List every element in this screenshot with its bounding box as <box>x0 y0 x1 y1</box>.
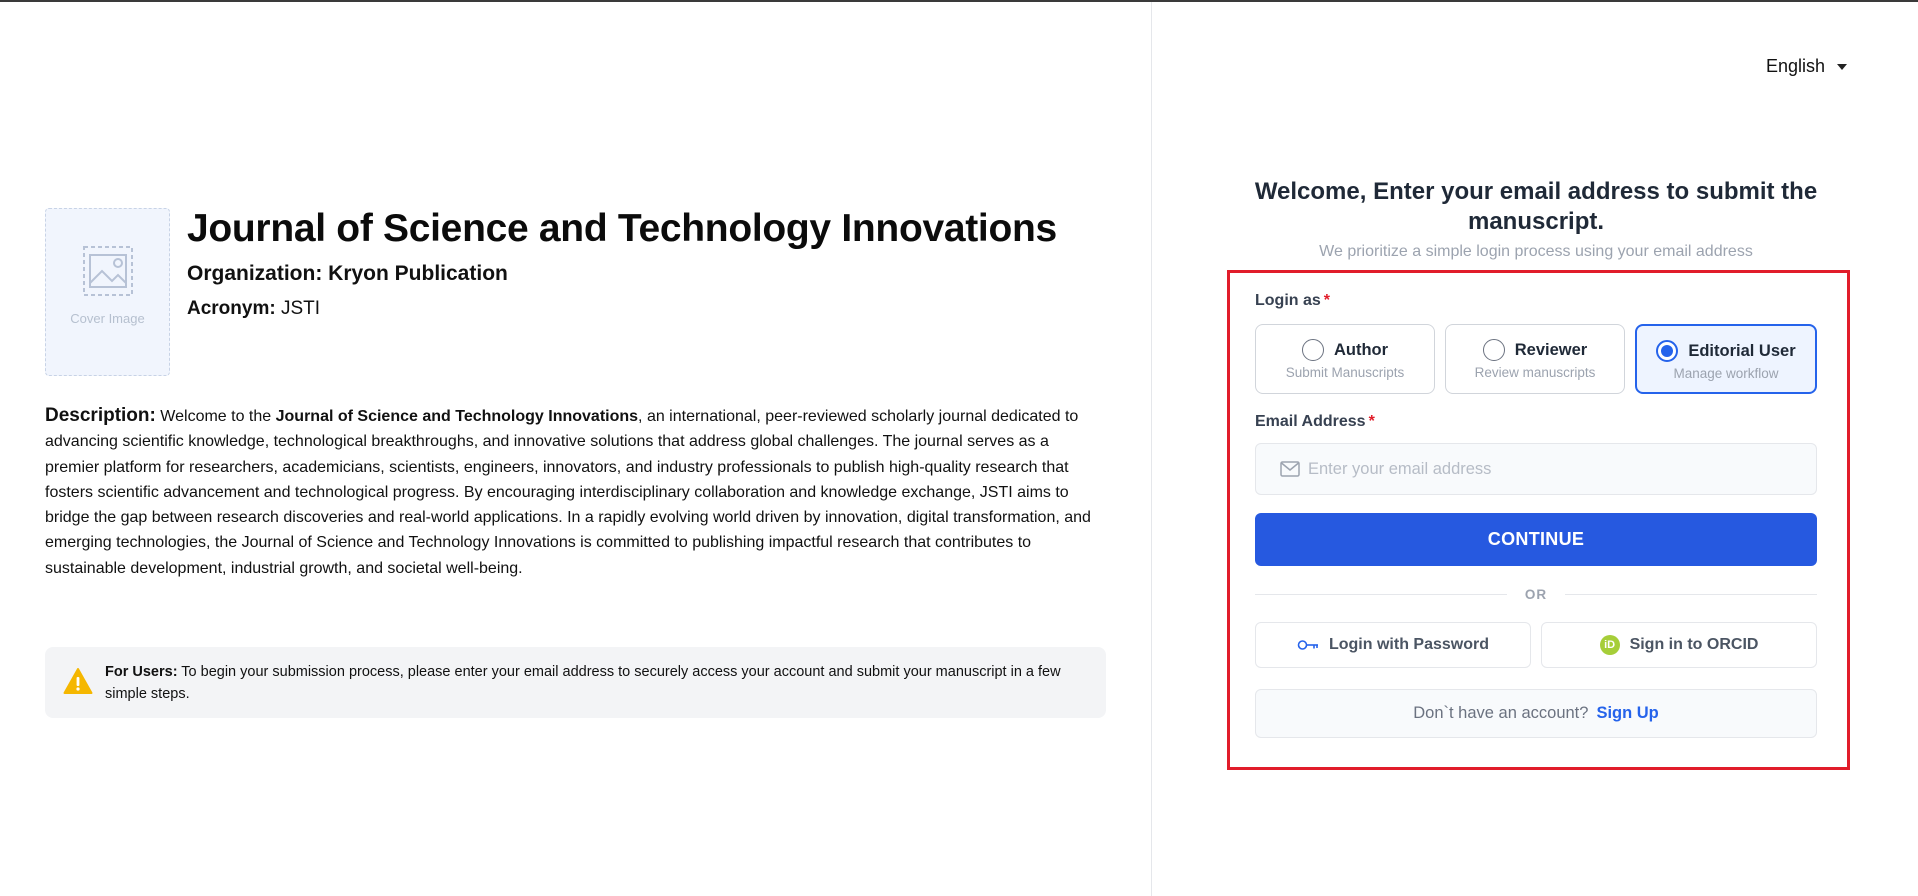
journal-acronym: Acronym: JSTI <box>187 298 320 320</box>
orcid-sign-in-button[interactable]: iD Sign in to ORCID <box>1541 622 1817 668</box>
journal-description: Description: Welcome to the Journal of S… <box>45 403 1103 581</box>
or-label: OR <box>1524 586 1548 602</box>
email-input[interactable] <box>1308 444 1808 494</box>
email-label: Email Address * <box>1255 413 1375 431</box>
editorial-user-radio[interactable] <box>1656 340 1679 362</box>
language-label: English <box>1766 56 1826 76</box>
journal-info-panel: Cover Image Journal of Science and Techn… <box>0 0 1151 896</box>
user-notice: For Users: To begin your submission proc… <box>45 647 1106 718</box>
signup-prompt-text: Don`t have an account? <box>1413 704 1589 722</box>
acronym-value: JSTI <box>280 298 321 319</box>
journal-title: Journal of Science and Technology Innova… <box>187 207 1057 250</box>
warning-icon <box>63 668 93 694</box>
separator-line <box>1565 593 1817 595</box>
role-name: Editorial User <box>1688 341 1796 360</box>
cover-image-label: Cover Image <box>70 311 145 326</box>
email-field-container <box>1255 443 1817 495</box>
cover-image-placeholder: Cover Image <box>45 208 170 376</box>
author-radio[interactable] <box>1301 339 1324 361</box>
login-with-password-button[interactable]: Login with Password <box>1255 622 1531 668</box>
key-icon <box>1297 640 1318 650</box>
acronym-label: Acronym: <box>187 298 276 319</box>
email-label-text: Email Address <box>1255 413 1366 430</box>
reviewer-radio[interactable] <box>1482 339 1505 361</box>
role-name: Author <box>1333 340 1389 359</box>
login-as-label: Login as * <box>1255 292 1330 310</box>
signup-prompt: Don`t have an account? Sign Up <box>1255 689 1817 738</box>
journal-organization: Organization: Kryon Publication <box>187 262 508 285</box>
sign-up-link[interactable]: Sign Up <box>1596 704 1658 723</box>
language-selector[interactable]: English <box>1766 56 1848 77</box>
role-description: Submit Manuscripts <box>1285 365 1405 380</box>
orcid-icon: iD <box>1599 635 1620 655</box>
required-mark: * <box>1323 292 1331 309</box>
description-body: , an international, peer-reviewed schola… <box>45 408 1091 577</box>
caret-down-icon <box>1837 63 1848 70</box>
welcome-subheading: We prioritize a simple login process usi… <box>1319 243 1753 260</box>
role-option-editorial-user[interactable]: Editorial User Manage workflow <box>1635 324 1817 394</box>
role-option-author[interactable]: Author Submit Manuscripts <box>1255 324 1435 394</box>
welcome-heading: Welcome, Enter your email address to sub… <box>1254 178 1818 235</box>
description-label: Description: <box>45 405 156 426</box>
alternative-login-options: Login with Password iD Sign in to ORCID <box>1255 622 1817 668</box>
panel-divider <box>1151 2 1152 896</box>
role-description: Review manuscripts <box>1474 365 1596 380</box>
mail-icon <box>1280 461 1300 477</box>
orcid-label: Sign in to ORCID <box>1629 636 1759 653</box>
description-journal-name: Journal of Science and Technology Innova… <box>275 408 639 425</box>
notice-text: For Users: To begin your submission proc… <box>105 661 1090 705</box>
description-intro: Welcome to the <box>155 408 276 425</box>
required-mark: * <box>1368 413 1375 430</box>
role-name: Reviewer <box>1514 340 1588 359</box>
notice-message: To begin your submission process, please… <box>105 664 1061 702</box>
role-option-reviewer[interactable]: Reviewer Review manuscripts <box>1445 324 1625 394</box>
notice-label: For Users: <box>105 664 178 680</box>
image-icon <box>82 246 133 296</box>
continue-button[interactable]: CONTINUE <box>1255 513 1817 566</box>
or-separator: OR <box>1255 585 1817 603</box>
password-login-label: Login with Password <box>1328 636 1489 653</box>
role-description: Manage workflow <box>1673 366 1779 381</box>
role-selector: Author Submit Manuscripts Reviewer Revie… <box>1255 324 1817 394</box>
login-as-text: Login as <box>1255 292 1321 309</box>
separator-line <box>1255 593 1507 595</box>
